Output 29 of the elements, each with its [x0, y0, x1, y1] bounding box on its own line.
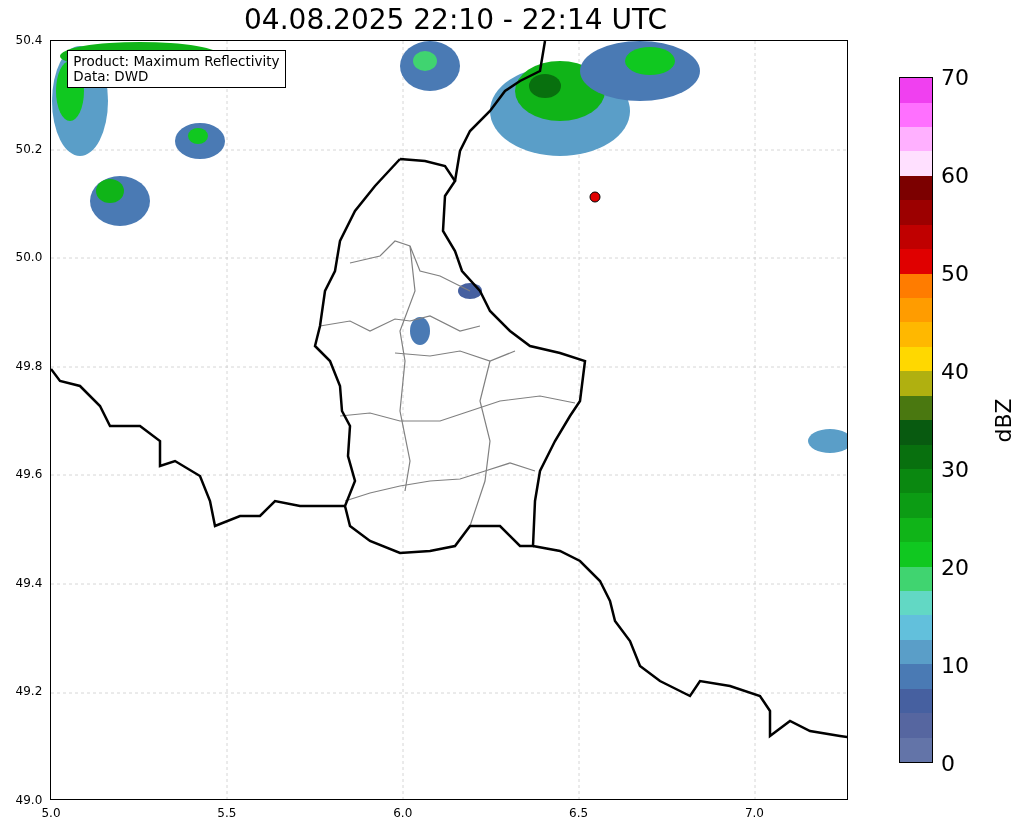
y-tick-label: 49.0: [15, 793, 43, 807]
chart-title: 04.08.2025 22:10 - 22:14 UTC: [243, 2, 668, 38]
y-tick-label: 49.4: [15, 575, 43, 590]
colorbar-tick-label: 10: [941, 652, 969, 678]
x-tick-label: 7.0: [744, 806, 764, 820]
colorbar-tick-label: 0: [941, 750, 955, 776]
colorbar-tick-label: 20: [941, 554, 969, 580]
colorbar-tick-label: 70: [941, 64, 969, 90]
radar-echo: [410, 317, 431, 345]
colorbar-tick-label: 60: [941, 162, 969, 188]
x-tick-label: 6.0: [393, 806, 413, 820]
y-tick-label: 50.0: [15, 250, 43, 265]
colorbar-tick-label: 30: [941, 456, 969, 482]
colorbar-label: dBZ: [990, 397, 1016, 443]
y-tick-label: 50.2: [15, 141, 43, 156]
radar-echo: [458, 283, 483, 299]
y-tick-label: 49.8: [15, 358, 43, 373]
colorbar-tick-label: 40: [941, 358, 969, 384]
legend-text: Data: DWD: [73, 69, 150, 84]
x-tick-label: 5.0: [41, 806, 61, 820]
legend-text: Product: Maximum Reflectivity: [73, 54, 280, 69]
y-tick-label: 49.2: [15, 684, 43, 699]
y-tick-label: 50.4: [15, 33, 43, 47]
y-tick-label: 49.6: [15, 467, 43, 482]
radar-echo: [808, 429, 847, 453]
x-tick-label: 6.5: [569, 806, 589, 820]
colorbar-tick-label: 50: [941, 260, 969, 286]
x-tick-label: 5.5: [217, 806, 237, 820]
location-marker: [589, 191, 601, 203]
